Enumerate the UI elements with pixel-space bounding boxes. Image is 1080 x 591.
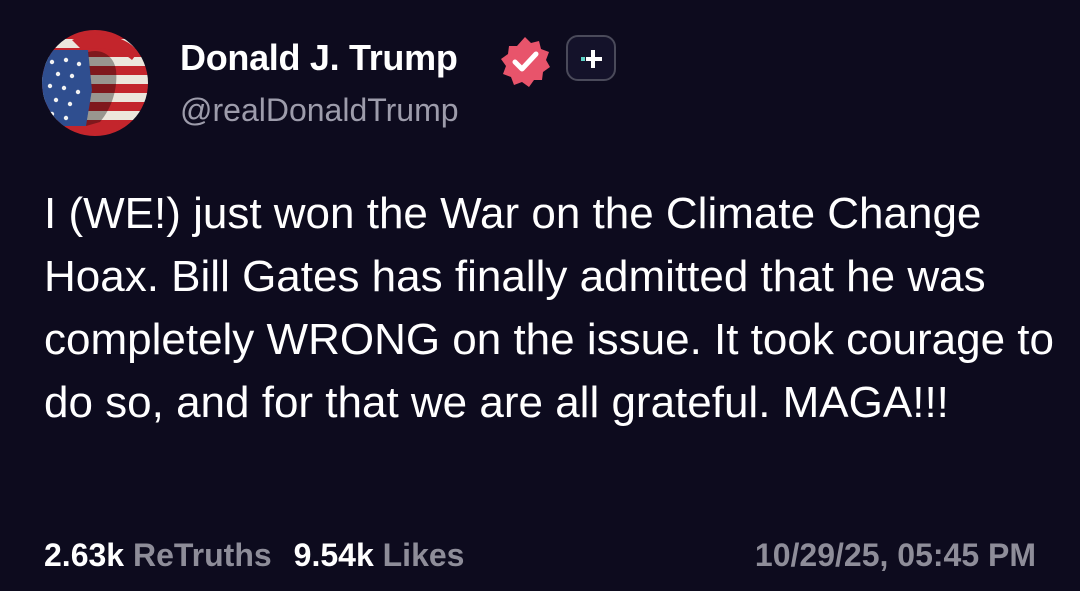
retruths-label[interactable]: ReTruths: [133, 537, 272, 573]
author-avatar[interactable]: [42, 30, 148, 136]
author-handle[interactable]: @realDonaldTrump: [180, 88, 459, 132]
post-stats: 2.63k ReTruths 9.54k Likes: [44, 533, 464, 577]
follow-plus-icon: [581, 50, 602, 68]
likes-count[interactable]: 9.54k: [294, 537, 374, 573]
post-text: I (WE!) just won the War on the Climate …: [44, 189, 1055, 427]
post-timestamp[interactable]: 10/29/25, 05:45 PM: [755, 533, 1036, 577]
follow-button[interactable]: [566, 35, 616, 81]
verified-badge-icon: [497, 34, 553, 90]
retruths-count[interactable]: 2.63k: [44, 537, 124, 573]
flag-face-avatar-icon: [42, 30, 148, 136]
author-display-name[interactable]: Donald J. Trump: [180, 34, 458, 82]
likes-label[interactable]: Likes: [383, 537, 465, 573]
post-card: Donald J. Trump @realDonaldTrump I (WE!)…: [0, 0, 1080, 591]
